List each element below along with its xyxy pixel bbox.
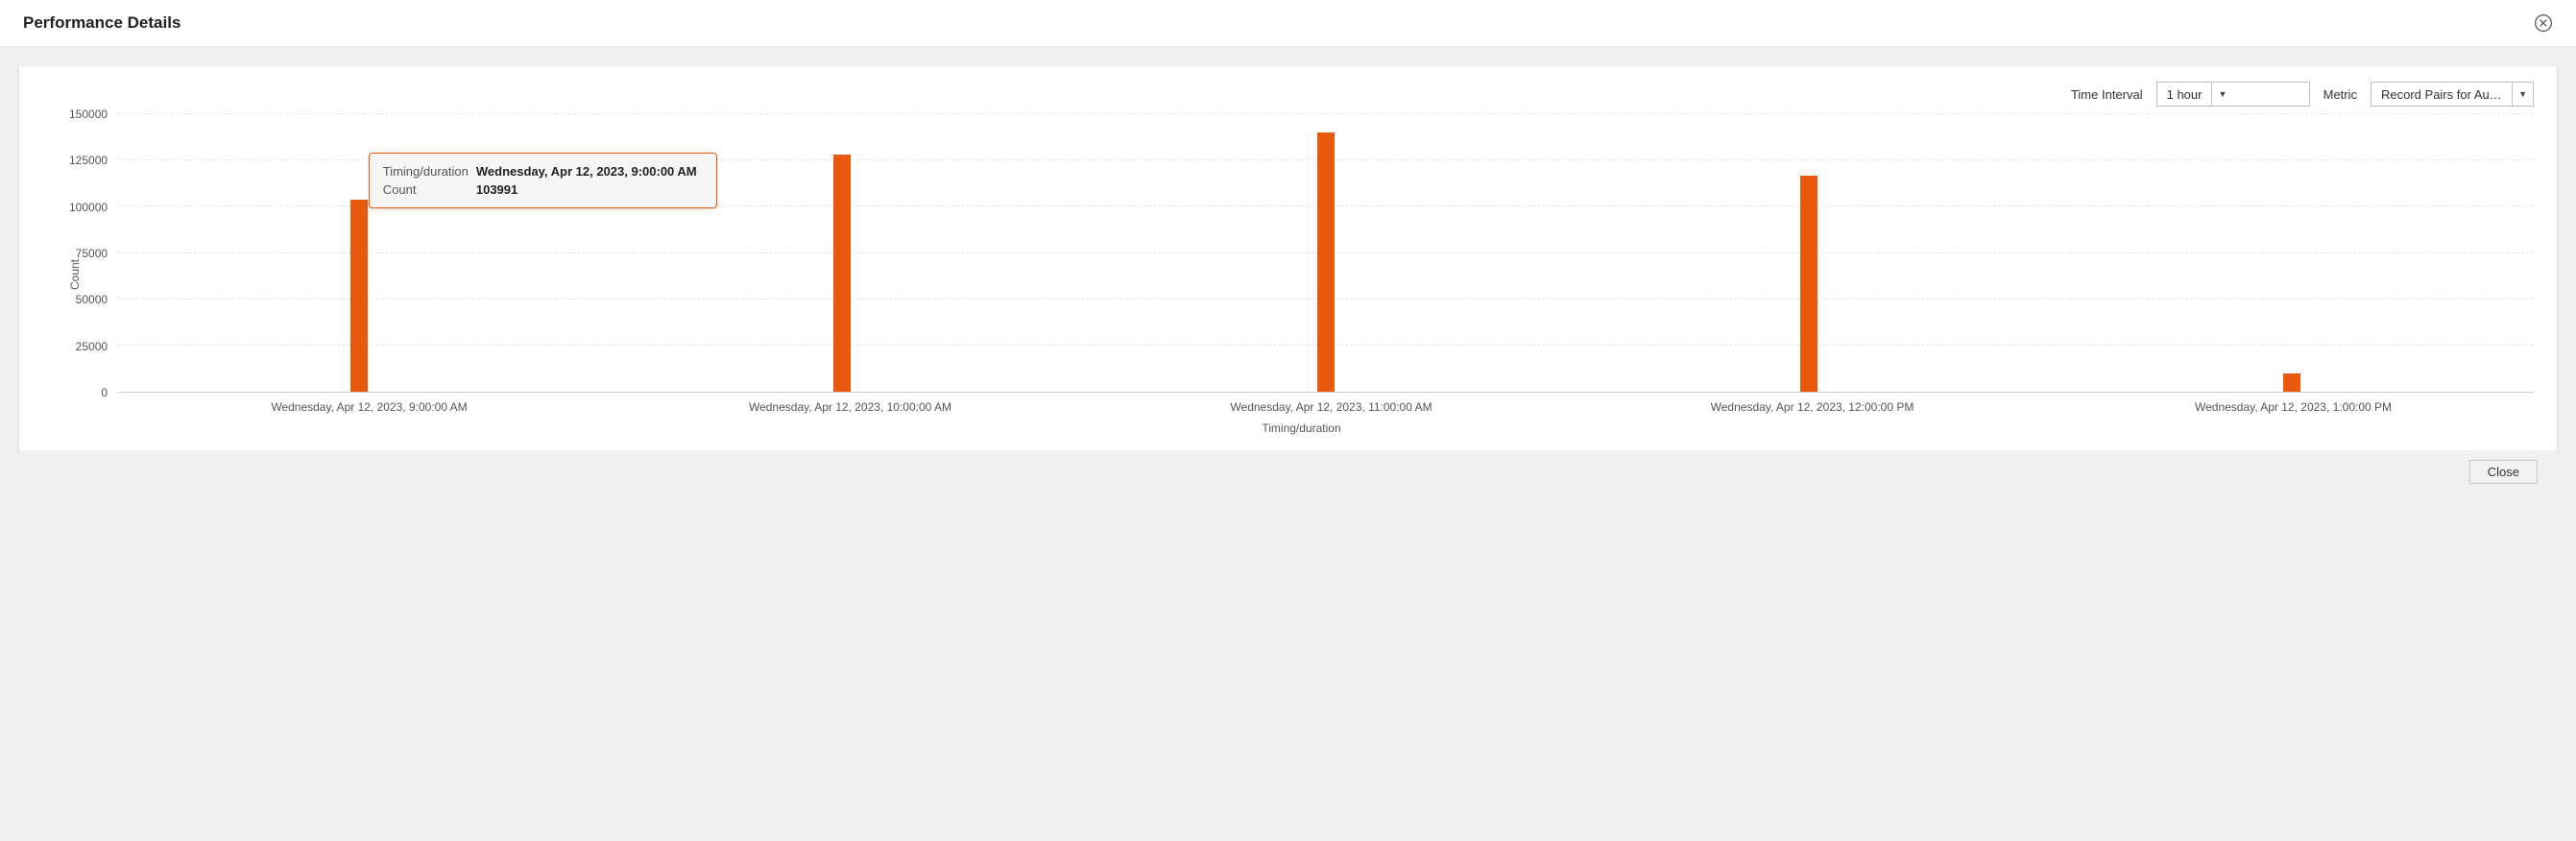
- metric-select[interactable]: Record Pairs for Automate... ▼: [2371, 82, 2534, 107]
- y-axis-ticks: 1500001250001000007500050000250000: [69, 114, 117, 393]
- chart: Count 1500001250001000007500050000250000…: [69, 114, 2534, 435]
- x-tick: Wednesday, Apr 12, 2023, 10:00:00 AM: [610, 393, 1091, 414]
- tooltip-key: Timing/duration: [383, 163, 474, 180]
- time-interval-label: Time Interval: [2071, 87, 2143, 102]
- gridline: [117, 113, 2534, 114]
- chart-tooltip: Timing/durationWednesday, Apr 12, 2023, …: [369, 153, 717, 208]
- bar[interactable]: [2283, 373, 2300, 392]
- tooltip-value: Wednesday, Apr 12, 2023, 9:00:00 AM: [476, 163, 703, 180]
- bar[interactable]: [1317, 132, 1335, 392]
- x-axis-label: Timing/duration: [69, 421, 2534, 435]
- chart-controls: Time Interval 1 hour ▼ Metric Record Pai…: [42, 82, 2534, 107]
- x-axis-ticks: Wednesday, Apr 12, 2023, 9:00:00 AMWedne…: [129, 393, 2534, 414]
- time-interval-value: 1 hour: [2157, 87, 2212, 102]
- bar[interactable]: [833, 155, 851, 392]
- performance-details-dialog: Performance Details Time Interval 1 hour…: [0, 0, 2576, 517]
- dialog-title: Performance Details: [23, 13, 181, 33]
- bar[interactable]: [1800, 176, 1818, 392]
- dialog-footer: Close: [19, 450, 2557, 497]
- chart-card: Time Interval 1 hour ▼ Metric Record Pai…: [19, 66, 2557, 450]
- caret-down-icon: ▼: [2211, 83, 2232, 106]
- metric-label: Metric: [2323, 87, 2357, 102]
- caret-down-icon: ▼: [2512, 83, 2533, 106]
- plot-area: Timing/durationWednesday, Apr 12, 2023, …: [117, 114, 2534, 393]
- dialog-body: Time Interval 1 hour ▼ Metric Record Pai…: [0, 47, 2576, 517]
- bar[interactable]: [350, 200, 368, 392]
- x-tick: Wednesday, Apr 12, 2023, 1:00:00 PM: [2053, 393, 2534, 414]
- close-button[interactable]: Close: [2469, 460, 2538, 484]
- time-interval-select[interactable]: 1 hour ▼: [2156, 82, 2310, 107]
- y-axis-label: Count: [68, 259, 82, 290]
- tooltip-key: Count: [383, 181, 474, 198]
- tooltip-value: 103991: [476, 181, 703, 198]
- x-tick: Wednesday, Apr 12, 2023, 11:00:00 AM: [1091, 393, 1572, 414]
- metric-value: Record Pairs for Automate...: [2371, 87, 2512, 102]
- x-tick: Wednesday, Apr 12, 2023, 12:00:00 PM: [1572, 393, 2053, 414]
- dialog-header: Performance Details: [0, 0, 2576, 47]
- close-icon[interactable]: [2534, 13, 2553, 33]
- x-tick: Wednesday, Apr 12, 2023, 9:00:00 AM: [129, 393, 610, 414]
